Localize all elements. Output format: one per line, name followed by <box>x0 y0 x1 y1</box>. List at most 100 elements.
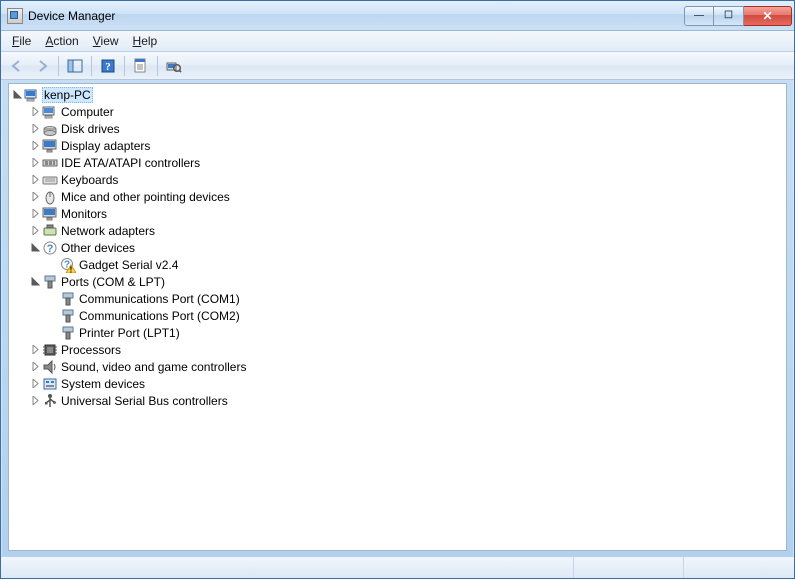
maximize-icon: ☐ <box>724 11 733 21</box>
expand-icon[interactable] <box>29 157 41 169</box>
tree-node-label: Universal Serial Bus controllers <box>61 394 228 408</box>
toolbar-separator <box>91 56 92 76</box>
other-warn-icon <box>60 257 76 273</box>
tree-node-label: System devices <box>61 377 145 391</box>
menu-action[interactable]: Action <box>38 32 85 50</box>
menu-view[interactable]: View <box>86 32 126 50</box>
tree-node[interactable]: Mice and other pointing devices <box>27 188 786 205</box>
tree-node[interactable]: System devices <box>27 375 786 392</box>
help-button[interactable]: ? <box>96 55 120 77</box>
sound-icon <box>42 359 58 375</box>
tree-node[interactable]: Communications Port (COM2) <box>45 307 786 324</box>
tree-node-label: Display adapters <box>61 139 150 153</box>
disk-icon <box>42 121 58 137</box>
expand-icon[interactable] <box>29 106 41 118</box>
tree-node[interactable]: Display adapters <box>27 137 786 154</box>
other-icon <box>42 240 58 256</box>
tree-node[interactable]: Processors <box>27 341 786 358</box>
toolbar: ? <box>1 52 794 80</box>
processor-icon <box>42 342 58 358</box>
tree-node-label: Mice and other pointing devices <box>61 190 230 204</box>
statusbar <box>1 556 794 578</box>
menubar: File Action View Help <box>1 31 794 52</box>
collapse-icon[interactable] <box>11 89 23 101</box>
titlebar[interactable]: Device Manager — ☐ ✕ <box>1 1 794 31</box>
tree-node-label: Computer <box>61 105 114 119</box>
tree-node[interactable]: Universal Serial Bus controllers <box>27 392 786 409</box>
tree-node[interactable]: Other devices <box>27 239 786 256</box>
tree-node-label: Sound, video and game controllers <box>61 360 246 374</box>
window-controls: — ☐ ✕ <box>684 6 792 26</box>
device-tree[interactable]: kenp-PC Computer Disk drives Display adapte… <box>8 83 787 551</box>
tree-node[interactable]: Keyboards <box>27 171 786 188</box>
tree-node-label: Communications Port (COM2) <box>79 309 240 323</box>
tree-node[interactable]: Network adapters <box>27 222 786 239</box>
expand-icon[interactable] <box>29 174 41 186</box>
collapse-icon[interactable] <box>29 276 41 288</box>
forward-button[interactable] <box>30 55 54 77</box>
scan-hardware-button[interactable] <box>162 55 186 77</box>
properties-button[interactable] <box>129 55 153 77</box>
device-manager-window: Device Manager — ☐ ✕ File Action View He… <box>0 0 795 579</box>
display-icon <box>42 138 58 154</box>
toolbar-separator <box>58 56 59 76</box>
expand-icon[interactable] <box>29 208 41 220</box>
minimize-icon: — <box>694 11 704 21</box>
computer-root-icon <box>24 87 40 103</box>
window-title: Device Manager <box>28 9 684 23</box>
close-icon: ✕ <box>762 10 772 22</box>
tree-node-label: Keyboards <box>61 173 118 187</box>
status-cell <box>684 557 794 578</box>
tree-node[interactable]: Ports (COM & LPT) <box>27 273 786 290</box>
tree-node[interactable]: Computer <box>27 103 786 120</box>
tree-node[interactable]: IDE ATA/ATAPI controllers <box>27 154 786 171</box>
monitor-icon <box>42 206 58 222</box>
tree-node-label: Other devices <box>61 241 135 255</box>
expand-icon[interactable] <box>29 344 41 356</box>
app-icon <box>7 8 23 24</box>
back-button[interactable] <box>5 55 29 77</box>
tree-node[interactable]: Printer Port (LPT1) <box>45 324 786 341</box>
tree-node-label: Ports (COM & LPT) <box>61 275 165 289</box>
forward-icon <box>34 58 50 74</box>
tree-node[interactable]: Sound, video and game controllers <box>27 358 786 375</box>
menu-file[interactable]: File <box>5 32 38 50</box>
menu-help[interactable]: Help <box>126 32 165 50</box>
collapse-icon[interactable] <box>29 242 41 254</box>
minimize-button[interactable]: — <box>684 6 714 26</box>
keyboard-icon <box>42 172 58 188</box>
show-hide-tree-button[interactable] <box>63 55 87 77</box>
back-icon <box>9 58 25 74</box>
tree-node[interactable]: Monitors <box>27 205 786 222</box>
tree-node-label: Disk drives <box>61 122 120 136</box>
expand-icon[interactable] <box>29 395 41 407</box>
maximize-button[interactable]: ☐ <box>714 6 744 26</box>
tree-root-node[interactable]: kenp-PC <box>9 86 786 103</box>
network-icon <box>42 223 58 239</box>
mouse-icon <box>42 189 58 205</box>
port-icon <box>60 308 76 324</box>
expand-icon[interactable] <box>29 378 41 390</box>
port-icon <box>60 325 76 341</box>
usb-icon <box>42 393 58 409</box>
close-button[interactable]: ✕ <box>744 6 792 26</box>
tree-node-label: Communications Port (COM1) <box>79 292 240 306</box>
tree-node[interactable]: Gadget Serial v2.4 <box>45 256 786 273</box>
tree-pane-icon <box>67 58 83 74</box>
expand-icon[interactable] <box>29 191 41 203</box>
status-cell <box>1 557 574 578</box>
expand-icon[interactable] <box>29 123 41 135</box>
properties-icon <box>133 58 149 74</box>
help-icon: ? <box>100 58 116 74</box>
tree-node[interactable]: Disk drives <box>27 120 786 137</box>
svg-text:?: ? <box>105 61 111 73</box>
tree-node-label: Processors <box>61 343 121 357</box>
scan-icon <box>166 58 182 74</box>
tree-node[interactable]: Communications Port (COM1) <box>45 290 786 307</box>
toolbar-separator <box>157 56 158 76</box>
content-area: kenp-PC Computer Disk drives Display adapte… <box>1 80 794 556</box>
expand-icon[interactable] <box>29 361 41 373</box>
port-icon <box>42 274 58 290</box>
expand-icon[interactable] <box>29 140 41 152</box>
expand-icon[interactable] <box>29 225 41 237</box>
